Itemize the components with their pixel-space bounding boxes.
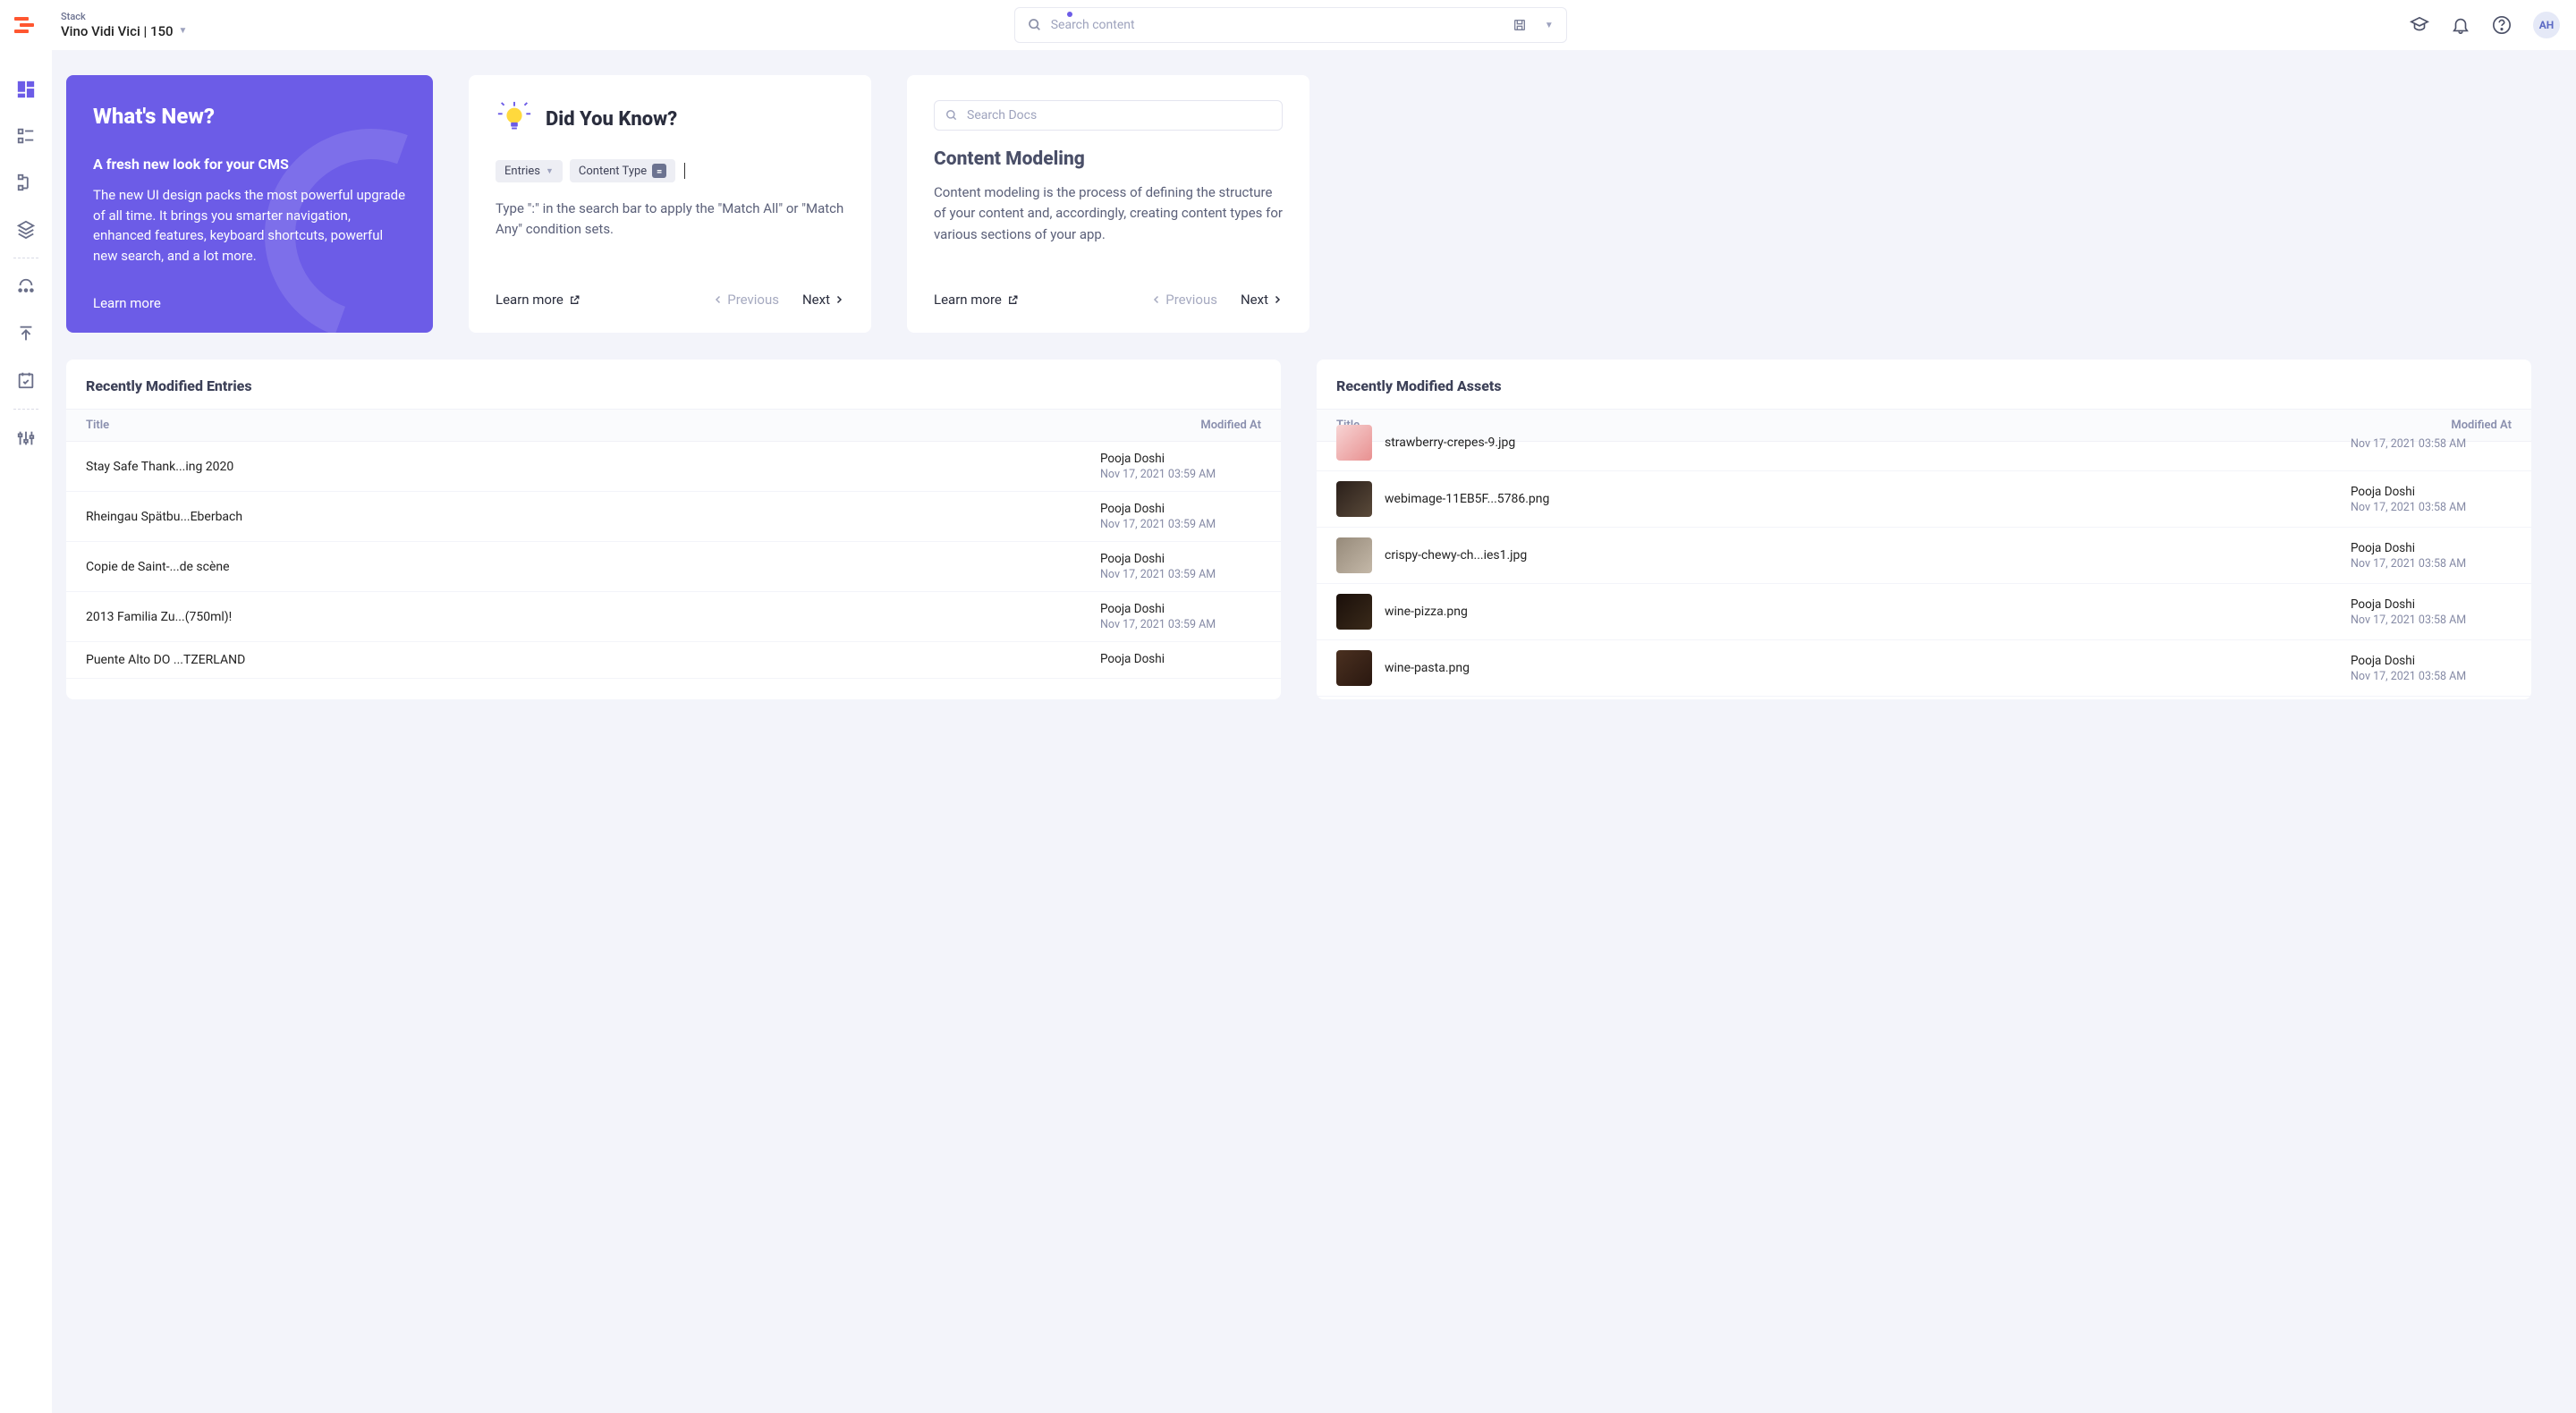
recent-entries-card: Recently Modified Entries Title Modified… [66, 360, 1281, 699]
text-cursor [684, 163, 685, 179]
lightbulb-icon [496, 100, 533, 138]
asset-title: webimage-11EB5F...5786.png [1336, 481, 2351, 517]
stack-selector[interactable]: Stack Vino Vidi Vici | 150 ▼ [61, 11, 187, 38]
modeling-title: Content Modeling [934, 148, 1283, 170]
global-search[interactable]: ▼ [1014, 7, 1567, 43]
asset-thumbnail [1336, 650, 1372, 686]
table-head: Title Modified At [66, 409, 1281, 442]
recent-assets-title: Recently Modified Assets [1317, 360, 2531, 409]
table-row[interactable]: wine-pasta.png Pooja DoshiNov 17, 2021 0… [1317, 640, 2531, 697]
search-icon [945, 109, 958, 122]
bell-icon[interactable] [2451, 15, 2470, 35]
table-row[interactable]: Rheingau Spätbu...Eberbach Pooja DoshiNo… [66, 492, 1281, 542]
whats-new-subtitle: A fresh new look for your CMS [93, 156, 406, 173]
chip-content-type[interactable]: Content Type= [570, 159, 675, 182]
sidebar-assets[interactable] [0, 206, 52, 252]
asset-title: wine-pizza.png [1336, 594, 2351, 630]
chevron-down-icon: ▼ [179, 26, 188, 37]
asset-meta: Pooja DoshiNov 17, 2021 03:58 AM [2351, 485, 2512, 514]
stack-label: Stack [61, 11, 187, 22]
asset-thumbnail [1336, 537, 1372, 573]
whats-new-title: What's New? [93, 104, 406, 129]
entry-meta: Pooja DoshiNov 17, 2021 03:59 AM [1100, 552, 1261, 581]
asset-title: strawberry-crepes-9.jpg [1336, 425, 2351, 461]
asset-title: wine-pasta.png [1336, 650, 2351, 686]
search-icon [1028, 18, 1042, 32]
modeling-learn-more[interactable]: Learn more [934, 292, 1019, 308]
modeling-next[interactable]: Next [1241, 292, 1283, 308]
table-row[interactable]: wine-pizza.png Pooja DoshiNov 17, 2021 0… [1317, 584, 2531, 640]
entry-meta: Pooja DoshiNov 17, 2021 03:59 AM [1100, 602, 1261, 631]
sidebar-tasks[interactable] [0, 357, 52, 403]
entry-meta: Pooja DoshiNov 17, 2021 03:59 AM [1100, 502, 1261, 531]
sidebar-settings[interactable] [0, 415, 52, 461]
recent-assets-card: Recently Modified Assets Title Modified … [1317, 360, 2531, 699]
dyk-chips: Entries▼ Content Type= [496, 159, 844, 182]
sidebar-releases[interactable] [0, 310, 52, 357]
table-row[interactable]: Stay Safe Thank...ing 2020 Pooja DoshiNo… [66, 442, 1281, 492]
did-you-know-card: Did You Know? Entries▼ Content Type= Typ… [469, 75, 871, 333]
search-docs-input[interactable] [967, 108, 1271, 123]
save-icon[interactable] [1513, 18, 1527, 32]
entry-title: Copie de Saint-...de scène [86, 560, 1100, 574]
entry-title: Rheingau Spätbu...Eberbach [86, 510, 1100, 524]
whats-new-card: What's New? A fresh new look for your CM… [66, 75, 433, 333]
learn-icon[interactable] [2410, 15, 2429, 35]
search-input[interactable] [1051, 18, 1513, 32]
sidebar-entries[interactable] [0, 113, 52, 159]
asset-title: crispy-chewy-ch...ies1.jpg [1336, 537, 2351, 573]
entry-title: Puente Alto DO ...TZERLAND [86, 653, 1100, 667]
app-logo[interactable] [14, 13, 38, 37]
entry-meta: Pooja Doshi [1100, 652, 1261, 668]
dyk-body: Type ":" in the search bar to apply the … [496, 199, 844, 239]
main-content: What's New? A fresh new look for your CM… [52, 50, 2576, 1413]
sidebar-content-types[interactable] [0, 159, 52, 206]
chevron-down-icon[interactable]: ▼ [1545, 21, 1554, 30]
dyk-title: Did You Know? [546, 108, 677, 131]
chevron-down-icon: ▼ [546, 166, 554, 176]
dyk-learn-more[interactable]: Learn more [496, 292, 580, 308]
assets-body: strawberry-crepes-9.jpg Nov 17, 2021 03:… [1317, 415, 2531, 699]
indicator-dot [1067, 12, 1072, 17]
table-row[interactable]: 2013 Familia Zu...(750ml)! Pooja DoshiNo… [66, 592, 1281, 642]
entry-title: Stay Safe Thank...ing 2020 [86, 460, 1100, 474]
search-docs[interactable] [934, 100, 1283, 131]
asset-thumbnail [1336, 594, 1372, 630]
help-icon[interactable] [2492, 15, 2512, 35]
entry-meta: Pooja DoshiNov 17, 2021 03:59 AM [1100, 452, 1261, 481]
modeling-body: Content modeling is the process of defin… [934, 182, 1283, 245]
sidebar [0, 50, 52, 1413]
entry-title: 2013 Familia Zu...(750ml)! [86, 610, 1100, 624]
table-row[interactable]: strawberry-crepes-9.jpg Nov 17, 2021 03:… [1317, 415, 2531, 471]
asset-meta: Pooja DoshiNov 17, 2021 03:58 AM [2351, 654, 2512, 683]
header-actions: AH [2410, 12, 2560, 38]
chip-entries[interactable]: Entries▼ [496, 160, 563, 182]
asset-meta: Nov 17, 2021 03:58 AM [2351, 436, 2512, 451]
asset-thumbnail [1336, 481, 1372, 517]
whats-new-learn-more[interactable]: Learn more [93, 295, 161, 311]
recent-entries-title: Recently Modified Entries [66, 360, 1281, 409]
dyk-previous[interactable]: Previous [713, 292, 779, 308]
table-row[interactable]: Puente Alto DO ...TZERLAND Pooja Doshi [66, 642, 1281, 679]
asset-meta: Pooja DoshiNov 17, 2021 03:58 AM [2351, 541, 2512, 571]
col-modified: Modified At [1200, 419, 1261, 432]
dyk-next[interactable]: Next [802, 292, 844, 308]
table-row[interactable]: Copie de Saint-...de scène Pooja DoshiNo… [66, 542, 1281, 592]
equals-icon: = [652, 164, 666, 178]
modeling-previous[interactable]: Previous [1151, 292, 1217, 308]
sidebar-dashboard[interactable] [0, 66, 52, 113]
top-header: Stack Vino Vidi Vici | 150 ▼ ▼ AH [0, 0, 2576, 50]
col-title: Title [86, 419, 109, 432]
whats-new-body: The new UI design packs the most powerfu… [93, 185, 406, 266]
sidebar-publish-queue[interactable] [0, 264, 52, 310]
stack-name: Vino Vidi Vici | 150 [61, 23, 174, 39]
content-modeling-card: Content Modeling Content modeling is the… [907, 75, 1309, 333]
entries-body: Stay Safe Thank...ing 2020 Pooja DoshiNo… [66, 442, 1281, 699]
sidebar-divider [13, 409, 38, 410]
asset-thumbnail [1336, 425, 1372, 461]
asset-meta: Pooja DoshiNov 17, 2021 03:58 AM [2351, 597, 2512, 627]
table-row[interactable]: webimage-11EB5F...5786.png Pooja DoshiNo… [1317, 471, 2531, 528]
avatar[interactable]: AH [2533, 12, 2560, 38]
table-row[interactable]: crispy-chewy-ch...ies1.jpg Pooja DoshiNo… [1317, 528, 2531, 584]
